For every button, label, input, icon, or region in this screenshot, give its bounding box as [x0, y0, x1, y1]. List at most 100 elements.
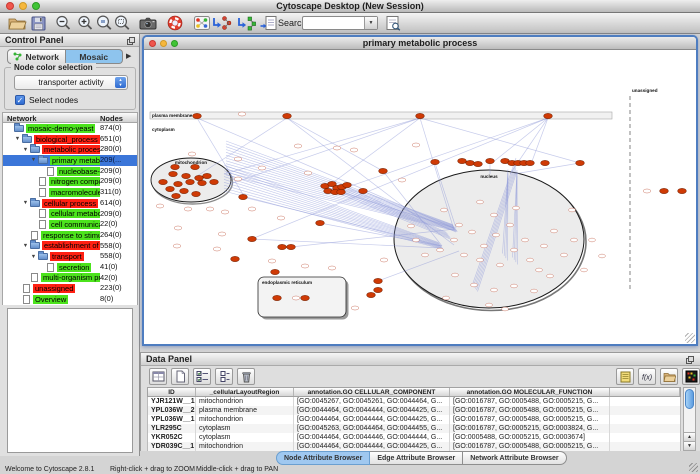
- gene-label-node[interactable]: [477, 200, 484, 204]
- gene-label-node[interactable]: [292, 296, 300, 300]
- gene-label-node[interactable]: [413, 238, 420, 242]
- tree-row[interactable]: response to stimulu264(0): [3, 230, 137, 241]
- gene-node[interactable]: [678, 188, 687, 193]
- tree-row[interactable]: unassigned223(0): [3, 283, 137, 294]
- gene-node[interactable]: [541, 160, 550, 165]
- gene-label-node[interactable]: [541, 244, 548, 248]
- gene-node[interactable]: [195, 175, 204, 180]
- matrix-view-button[interactable]: [682, 368, 700, 385]
- gene-node[interactable]: [367, 292, 376, 297]
- gene-label-node[interactable]: [551, 229, 558, 233]
- tree-row[interactable]: Overview8(0): [3, 294, 137, 305]
- gene-node[interactable]: [283, 113, 292, 118]
- gene-node[interactable]: [374, 278, 383, 283]
- tree-row[interactable]: nucleobase-209(0): [3, 166, 137, 177]
- gene-label-node[interactable]: [531, 289, 538, 293]
- tree-row[interactable]: nitrogen compo209(0): [3, 176, 137, 187]
- attribute-checklist-button[interactable]: [193, 368, 211, 385]
- disclosure-triangle-icon[interactable]: ▼: [22, 200, 29, 206]
- tree-row[interactable]: cell communicat22(0): [3, 219, 137, 230]
- gene-node[interactable]: [193, 113, 202, 118]
- zoom-selected-button[interactable]: [95, 14, 115, 32]
- gene-label-node[interactable]: [497, 263, 504, 267]
- gene-label-node[interactable]: [571, 238, 578, 242]
- table-row[interactable]: YLR295Ccytoplasm[GO:0045263, GO:0044464,…: [148, 424, 680, 433]
- network-canvas-svg[interactable]: plasma membranecytoplasmmitochondrionnuc…: [144, 50, 696, 344]
- gene-label-node[interactable]: [569, 208, 576, 212]
- gene-node[interactable]: [210, 179, 219, 184]
- gene-label-node[interactable]: [188, 152, 196, 156]
- search-input[interactable]: ▼: [302, 16, 378, 30]
- gene-node[interactable]: [474, 161, 483, 166]
- scroll-down-button[interactable]: ▼: [684, 441, 695, 450]
- search-options-button[interactable]: [383, 14, 403, 32]
- gene-node[interactable]: [466, 160, 475, 165]
- gene-node[interactable]: [231, 256, 240, 261]
- tree-row[interactable]: multi-organism pro42(0): [3, 273, 137, 284]
- gene-node[interactable]: [191, 164, 200, 169]
- birdseye-view[interactable]: [7, 308, 133, 453]
- gene-label-node[interactable]: [456, 223, 463, 227]
- gene-label-node[interactable]: [451, 238, 458, 242]
- window-resize-grip[interactable]: [689, 463, 698, 472]
- tree-row[interactable]: ▼cellular process614(0): [3, 198, 137, 209]
- gene-label-node[interactable]: [589, 238, 596, 242]
- gene-label-node[interactable]: [507, 223, 514, 227]
- gene-label-node[interactable]: [213, 247, 221, 251]
- gene-label-node[interactable]: [156, 204, 164, 208]
- delete-attribute-button[interactable]: [237, 368, 255, 385]
- gene-node[interactable]: [343, 182, 352, 187]
- import-attributes-button[interactable]: [237, 14, 257, 32]
- gene-label-node[interactable]: [218, 232, 226, 236]
- gene-node[interactable]: [486, 158, 495, 163]
- gene-node[interactable]: [182, 173, 191, 178]
- region-plasma-membrane[interactable]: [150, 112, 612, 119]
- gene-node[interactable]: [172, 193, 181, 198]
- snapshot-button[interactable]: [138, 14, 158, 32]
- gene-node[interactable]: [239, 194, 248, 199]
- gene-node[interactable]: [301, 295, 310, 300]
- gene-node[interactable]: [273, 295, 282, 300]
- network-tree[interactable]: mosaic-demo-yeast874(0)▼biological_proce…: [2, 123, 138, 305]
- gene-label-node[interactable]: [301, 264, 309, 268]
- gene-node[interactable]: [316, 220, 325, 225]
- table-scrollbar[interactable]: ▲ ▼: [683, 387, 696, 451]
- select-nodes-checkbox[interactable]: ✓: [15, 95, 25, 105]
- gene-label-node[interactable]: [511, 248, 518, 252]
- gene-label-node[interactable]: [599, 254, 606, 258]
- network-frame-titlebar[interactable]: primary metabolic process: [144, 37, 696, 50]
- tree-row[interactable]: mosaic-demo-yeast874(0): [3, 123, 137, 134]
- import-table-button[interactable]: [259, 14, 279, 32]
- zoom-in-button[interactable]: [76, 14, 96, 32]
- zoom-fit-button[interactable]: [113, 14, 133, 32]
- gene-node[interactable]: [248, 236, 257, 241]
- gene-label-node[interactable]: [380, 258, 388, 262]
- gene-node[interactable]: [198, 180, 207, 185]
- column-header[interactable]: annotation.GO MOLECULAR_FUNCTION: [450, 388, 610, 396]
- gene-label-node[interactable]: [527, 258, 534, 262]
- tree-row[interactable]: ▼primary metabol209(...: [3, 155, 137, 166]
- window-titlebar[interactable]: Cytoscape Desktop (New Session): [0, 0, 700, 13]
- gene-label-node[interactable]: [491, 288, 498, 292]
- disclosure-triangle-icon[interactable]: ▼: [14, 136, 21, 142]
- gene-label-node[interactable]: [536, 268, 543, 272]
- gene-node[interactable]: [458, 158, 467, 163]
- gene-node[interactable]: [431, 159, 440, 164]
- gene-node[interactable]: [169, 171, 178, 176]
- tab-overflow-arrow-icon[interactable]: ▶: [126, 52, 131, 60]
- gene-label-node[interactable]: [422, 253, 429, 257]
- gene-label-node[interactable]: [408, 224, 415, 228]
- gene-label-node[interactable]: [304, 171, 312, 175]
- help-button[interactable]: [165, 14, 185, 32]
- gene-label-node[interactable]: [581, 268, 588, 272]
- float-data-panel-icon[interactable]: [686, 356, 694, 364]
- gene-label-node[interactable]: [511, 284, 518, 288]
- scroll-up-button[interactable]: ▲: [684, 432, 695, 441]
- float-panel-icon[interactable]: [127, 37, 135, 45]
- gene-node[interactable]: [159, 179, 168, 184]
- gene-label-node[interactable]: [477, 258, 484, 262]
- table-row[interactable]: YPL036W__2plasma membrane[GO:0044464, GO…: [148, 406, 680, 415]
- tree-row[interactable]: secretion41(0): [3, 262, 137, 273]
- tree-row[interactable]: cellular metabol209(0): [3, 209, 137, 220]
- gene-label-node[interactable]: [398, 178, 406, 182]
